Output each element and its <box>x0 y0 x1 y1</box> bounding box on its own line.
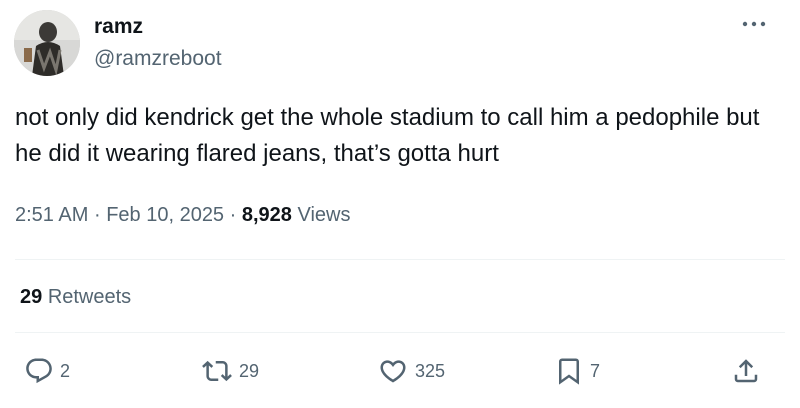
bookmark-button[interactable]: 7 <box>554 354 600 388</box>
avatar[interactable] <box>14 10 80 76</box>
more-options-button[interactable] <box>736 12 772 36</box>
display-name[interactable]: ramz <box>94 15 143 39</box>
reply-count: 2 <box>60 360 71 381</box>
heart-icon <box>380 360 406 383</box>
retweet-button[interactable]: 29 <box>201 354 259 388</box>
ellipsis-icon <box>742 21 766 27</box>
retweets-summary-link[interactable]: 29 Retweets <box>20 285 131 309</box>
divider <box>15 332 785 333</box>
retweet-count: 29 <box>239 360 260 381</box>
meta-separator: · <box>229 204 237 226</box>
divider <box>15 259 785 260</box>
reply-button[interactable]: 2 <box>24 354 70 388</box>
meta-separator: · <box>93 204 101 226</box>
share-button[interactable] <box>731 354 761 388</box>
views-count: 8,928 <box>241 204 292 226</box>
bookmark-icon <box>559 358 579 385</box>
retweet-icon <box>202 360 232 382</box>
share-icon <box>734 359 758 383</box>
user-handle[interactable]: @ramzreboot <box>94 47 222 71</box>
reply-icon <box>26 358 52 384</box>
tweet-time[interactable]: 2:51 AM <box>15 204 88 226</box>
tweet-date[interactable]: Feb 10, 2025 <box>106 204 224 226</box>
views-label: Views <box>297 204 351 226</box>
retweets-summary-label: Retweets <box>47 286 132 308</box>
tweet-text: not only did kendrick get the whole stad… <box>15 104 760 167</box>
retweets-summary-count: 29 <box>20 286 43 308</box>
like-count: 325 <box>415 360 446 381</box>
profile-photo-icon <box>14 10 80 76</box>
bookmark-count: 7 <box>590 360 601 381</box>
tweet-meta: 2:51 AM · Feb 10, 2025 · 8,928 Views <box>15 202 350 228</box>
like-button[interactable]: 325 <box>377 354 445 388</box>
